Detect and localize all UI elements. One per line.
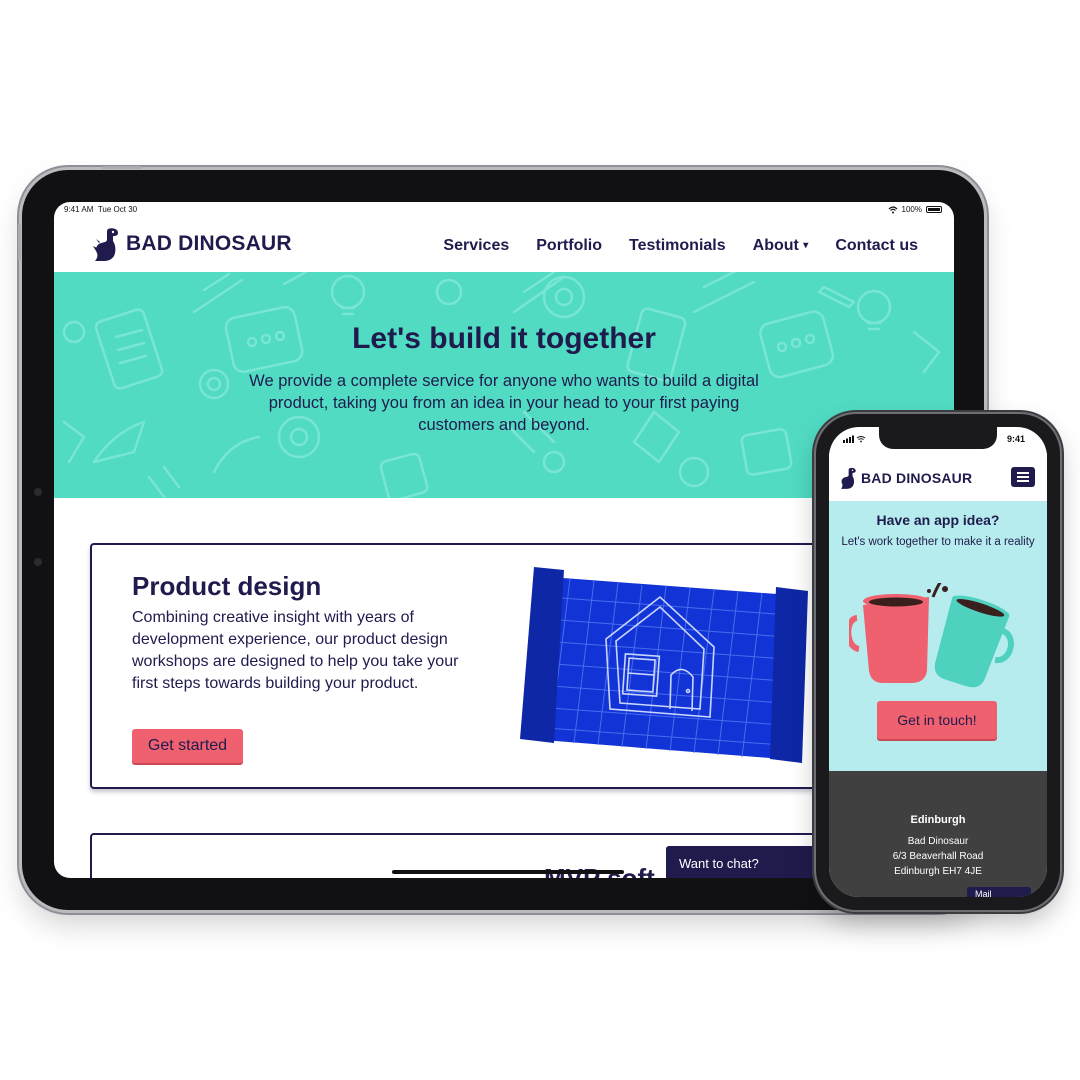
dinosaur-logo-icon xyxy=(93,228,118,261)
wifi-icon xyxy=(888,205,897,213)
phone-footer: Edinburgh Bad Dinosaur 6/3 Beaverhall Ro… xyxy=(829,771,1047,897)
signal-icon xyxy=(843,435,866,443)
nav-portfolio[interactable]: Portfolio xyxy=(536,237,602,255)
nav-services[interactable]: Services xyxy=(443,237,509,255)
battery-icon xyxy=(926,206,942,213)
phone-notch xyxy=(879,427,997,449)
coffee-mugs-illustration xyxy=(849,583,1014,688)
address-line-3: Edinburgh EH7 4JE xyxy=(894,866,982,877)
nav-about[interactable]: About ▾ xyxy=(753,237,809,255)
nav-testimonials[interactable]: Testimonials xyxy=(629,237,726,255)
get-in-touch-button[interactable]: Get in touch! xyxy=(877,701,997,739)
main-nav: Services Portfolio Testimonials About ▾ … xyxy=(443,237,918,255)
phone-brand-logo[interactable]: BAD DINOSAUR xyxy=(839,466,972,490)
battery-percent: 100% xyxy=(901,205,922,214)
tablet-side-button xyxy=(18,224,21,260)
blueprint-illustration xyxy=(520,567,808,763)
phone-device: 9:41 BAD DINOSAUR Have an app idea? Let'… xyxy=(816,414,1060,910)
tablet-status-bar: 9:41 AM Tue Oct 30 100% xyxy=(54,202,954,218)
get-started-button[interactable]: Get started xyxy=(132,729,243,763)
brand-name: BAD DINOSAUR xyxy=(126,232,292,255)
brand-logo[interactable]: BAD DINOSAUR xyxy=(92,226,292,262)
product-design-card: Product design Combining creative insigh… xyxy=(90,543,850,789)
chat-widget-button[interactable]: Want to chat? xyxy=(666,846,834,878)
tablet-home-indicator xyxy=(392,870,624,874)
mail-widget-button[interactable]: Mail xyxy=(967,887,1031,897)
hamburger-menu-button[interactable] xyxy=(1011,467,1035,487)
nav-contact[interactable]: Contact us xyxy=(835,237,918,255)
tablet-top-button xyxy=(102,166,142,169)
phone-brand-name: BAD DINOSAUR xyxy=(861,470,973,486)
phone-cta-title: Have an app idea? xyxy=(876,512,1000,528)
caret-down-icon: ▾ xyxy=(803,240,809,251)
footer-address: Bad Dinosaur 6/3 Beaverhall Road Edinbur… xyxy=(829,834,1047,879)
hero-title: Let's build it together xyxy=(352,322,656,355)
status-time: 9:41 AM xyxy=(64,205,94,214)
status-date: Tue Oct 30 xyxy=(97,205,138,214)
tablet-sensor xyxy=(34,558,42,566)
site-header: BAD DINOSAUR Services Portfolio Testimon… xyxy=(54,218,954,272)
phone-screen: 9:41 BAD DINOSAUR Have an app idea? Let'… xyxy=(829,427,1047,897)
card-description: Combining creative insight with years of… xyxy=(132,609,459,692)
footer-city: Edinburgh xyxy=(910,814,966,826)
phone-header: BAD DINOSAUR xyxy=(829,453,1047,501)
phone-status-time: 9:41 xyxy=(1007,434,1026,444)
card-title: Product design xyxy=(132,571,322,601)
phone-cta-section: Have an app idea? Let's work together to… xyxy=(829,501,1047,771)
address-line-1: Bad Dinosaur xyxy=(907,836,969,847)
dinosaur-logo-icon xyxy=(840,467,856,489)
tablet-camera xyxy=(34,488,42,496)
nav-about-label: About xyxy=(752,237,799,254)
address-line-2: 6/3 Beaverhall Road xyxy=(892,851,984,862)
phone-cta-text: Let's work together to make it a reality xyxy=(841,536,1035,548)
hero-description: We provide a complete service for anyone… xyxy=(249,372,759,434)
